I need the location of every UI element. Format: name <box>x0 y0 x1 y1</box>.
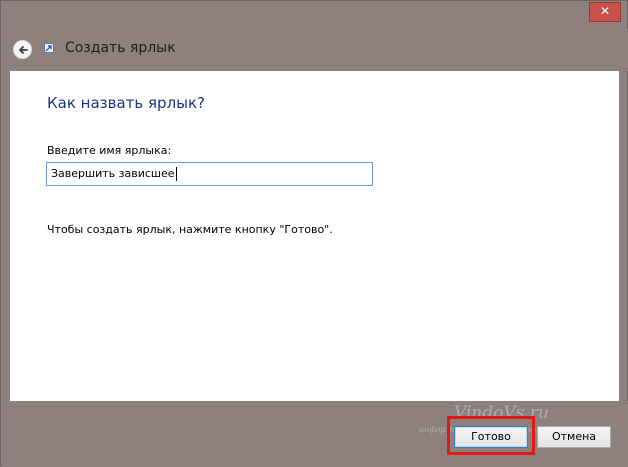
wizard-content: Как назвать ярлык? Введите имя ярлыка: З… <box>10 71 619 401</box>
page-title: Как назвать ярлык? <box>47 94 206 112</box>
shortcut-name-input[interactable]: Завершить зависшее <box>46 162 373 186</box>
close-icon: ✕ <box>599 4 611 18</box>
cancel-button[interactable]: Отмена <box>537 426 611 448</box>
finish-button[interactable]: Готово <box>454 426 528 448</box>
wizard-footer: VindoVs.ru информация компьютерного мира… <box>1 401 628 467</box>
wizard-title: Создать ярлык <box>65 40 176 56</box>
shortcut-name-value: Завершить зависшее <box>51 167 175 180</box>
back-button[interactable] <box>13 40 32 59</box>
instruction-text: Чтобы создать ярлык, нажмите кнопку "Гот… <box>47 223 333 236</box>
wizard-header: Создать ярлык <box>1 29 628 71</box>
name-field-label: Введите имя ярлыка: <box>47 144 172 157</box>
shortcut-icon <box>44 43 54 53</box>
text-caret <box>175 167 177 181</box>
create-shortcut-window: ✕ Создать ярлык Как назвать ярлык? Введи… <box>0 0 628 467</box>
back-arrow-icon <box>19 46 28 54</box>
close-button[interactable]: ✕ <box>589 2 621 22</box>
